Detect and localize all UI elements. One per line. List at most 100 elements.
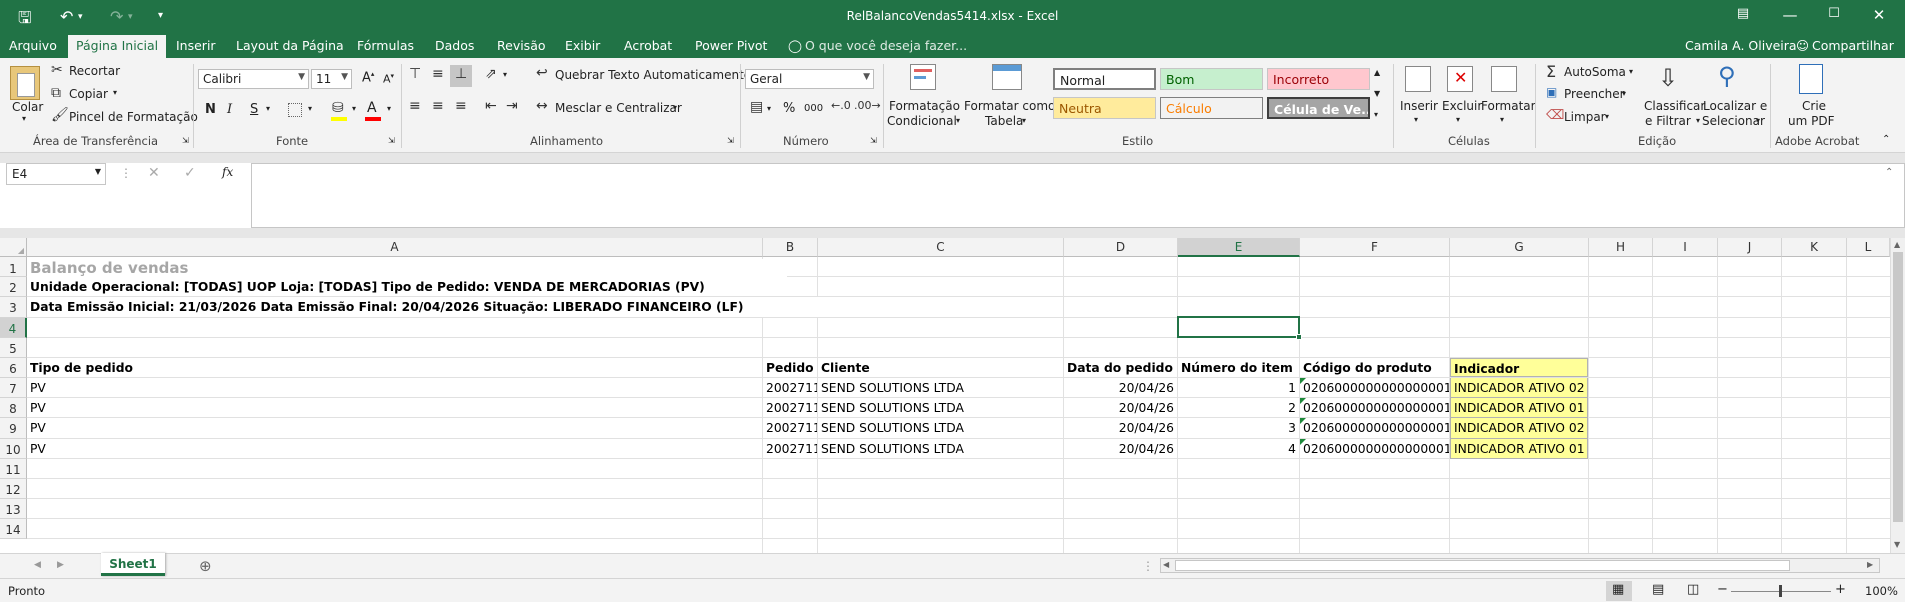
merge-dropdown-icon[interactable]: ▾ [673,103,677,112]
row-header-6[interactable]: 6 [0,358,27,378]
selected-cell-e4[interactable] [1177,316,1300,338]
insert-cells-icon[interactable] [1405,66,1431,92]
row-header-3[interactable]: 3 [0,297,27,318]
cut-button[interactable]: Recortar [69,64,120,78]
column-header-i[interactable]: I [1653,238,1718,257]
collapse-ribbon-icon[interactable]: ⌃ [1882,134,1890,145]
row-header-10[interactable]: 10 [0,439,27,459]
tell-me-box[interactable]: O que você deseja fazer... [805,38,967,53]
sort-filter-label1[interactable]: Classificar [1644,99,1705,113]
close-button[interactable]: ✕ [1864,6,1894,24]
copy-button[interactable]: Copiar [69,87,108,101]
font-color-dropdown-icon[interactable]: ▾ [387,104,391,113]
align-right-icon[interactable]: ≡ [455,98,467,114]
name-box[interactable]: E4 ▼ [6,163,106,185]
insert-dropdown-icon[interactable]: ▾ [1414,115,1418,124]
confirm-entry-icon[interactable]: ✓ [184,165,196,181]
tab-home[interactable]: Página Inicial [68,35,167,58]
copy-dropdown-icon[interactable]: ▾ [113,88,117,97]
styles-scroll-down-icon[interactable]: ▼ [1374,89,1380,98]
decrease-indent-icon[interactable]: ⇤ [485,98,497,114]
font-size-select[interactable]: 11 ▼ [311,69,352,89]
increase-indent-icon[interactable]: ⇥ [506,98,518,114]
merge-center-button[interactable]: Mesclar e Centralizar [555,101,682,115]
sort-filter-icon[interactable]: ⇩ [1658,64,1678,92]
column-header-c[interactable]: C [818,238,1064,257]
row-header-1[interactable]: 1 [0,257,27,277]
tab-insert[interactable]: Inserir [176,38,216,53]
number-format-select[interactable]: Geral ▼ [745,69,874,89]
insert-function-button[interactable]: fx [222,165,233,179]
format-cells-icon[interactable] [1491,66,1517,92]
format-as-table-label2[interactable]: Tabela [985,114,1023,128]
worksheet-grid[interactable]: ◢ A B C D E F G H I J K L 1 2 3 4 5 6 7 … [0,238,1890,553]
decrease-decimal-icon[interactable]: .00→ [854,99,881,112]
styles-scroll-up-icon[interactable]: ▲ [1374,68,1380,77]
currency-icon[interactable]: ▤ [750,99,763,115]
font-color-icon[interactable]: A [367,100,377,116]
search-icon[interactable]: ⚲ [1718,62,1736,90]
expand-formula-bar-icon[interactable]: ⌃ [1885,167,1893,178]
autosum-dropdown-icon[interactable]: ▾ [1629,67,1633,76]
insert-cells-button[interactable]: Inserir [1400,99,1438,113]
fill-color-dropdown-icon[interactable]: ▾ [352,104,356,113]
format-as-table-label1[interactable]: Formatar como [964,99,1055,113]
scroll-right-icon[interactable]: ▶ [1867,560,1873,569]
clear-dropdown-icon[interactable]: ▾ [1605,112,1609,121]
tab-splitter-icon[interactable]: ⋮ [1142,559,1154,573]
horizontal-scroll-thumb[interactable] [1175,560,1790,571]
delete-cells-button[interactable]: Excluir [1442,99,1482,113]
create-pdf-label1[interactable]: Crie [1802,99,1826,113]
create-pdf-label2[interactable]: um PDF [1788,114,1835,128]
bold-button[interactable]: N [205,102,216,117]
conditional-formatting-icon[interactable] [910,64,936,90]
share-button[interactable]: Compartilhar [1812,38,1894,53]
error-indicator-icon[interactable] [1300,378,1306,384]
align-top-icon[interactable]: ⊤ [409,66,421,82]
fill-color-icon[interactable]: ⛁ [332,100,344,116]
page-break-view-icon[interactable]: ◫ [1687,582,1699,597]
delete-dropdown-icon[interactable]: ▾ [1456,115,1460,124]
column-header-g[interactable]: G [1450,238,1589,257]
style-good[interactable]: Bom [1160,68,1263,90]
borders-icon[interactable] [288,103,302,117]
row-header-2[interactable]: 2 [0,277,27,297]
row-header-14[interactable]: 14 [0,519,27,539]
column-header-b[interactable]: B [763,238,818,257]
row-header-12[interactable]: 12 [0,479,27,499]
format-painter-button[interactable]: Pincel de Formatação [69,110,198,124]
row-header-5[interactable]: 5 [0,338,27,358]
format-cells-button[interactable]: Formatar [1481,99,1536,113]
tab-view[interactable]: Exibir [565,38,600,53]
find-select-label1[interactable]: Localizar e [1703,99,1767,113]
format-as-table-icon[interactable] [992,64,1022,90]
error-indicator-icon[interactable] [1300,418,1306,424]
error-indicator-icon[interactable] [1300,398,1306,404]
tab-data[interactable]: Dados [435,38,474,53]
zoom-level[interactable]: 100% [1865,584,1898,598]
cancel-entry-icon[interactable]: ✕ [148,165,160,181]
ribbon-display-icon[interactable]: ▤ [1728,6,1758,21]
column-header-k[interactable]: K [1782,238,1847,257]
percent-button[interactable]: % [783,101,795,116]
conditional-dropdown-icon[interactable]: ▾ [956,116,960,125]
fill-dropdown-icon[interactable]: ▾ [1622,89,1626,98]
pdf-icon[interactable] [1799,64,1823,94]
error-indicator-icon[interactable] [1300,439,1306,445]
style-check-cell[interactable]: Célula de Ve... [1267,97,1370,119]
column-header-h[interactable]: H [1589,238,1653,257]
column-header-a[interactable]: A [27,238,763,257]
style-bad[interactable]: Incorreto [1267,68,1370,90]
share-icon[interactable]: ☺ [1796,38,1809,53]
sheet-tab-sheet1[interactable]: Sheet1 [101,553,165,576]
row-header-13[interactable]: 13 [0,499,27,519]
column-header-d[interactable]: D [1064,238,1178,257]
column-header-j[interactable]: J [1718,238,1782,257]
style-calculation[interactable]: Cálculo [1160,97,1263,119]
format-dropdown-icon[interactable]: ▾ [1500,115,1504,124]
scroll-sheets-left-icon[interactable]: ◀ [34,560,41,570]
tab-page-layout[interactable]: Layout da Página [236,38,344,53]
paste-dropdown-icon[interactable]: ▾ [22,114,26,123]
autosum-button[interactable]: AutoSoma [1564,65,1626,79]
tab-review[interactable]: Revisão [497,38,546,53]
